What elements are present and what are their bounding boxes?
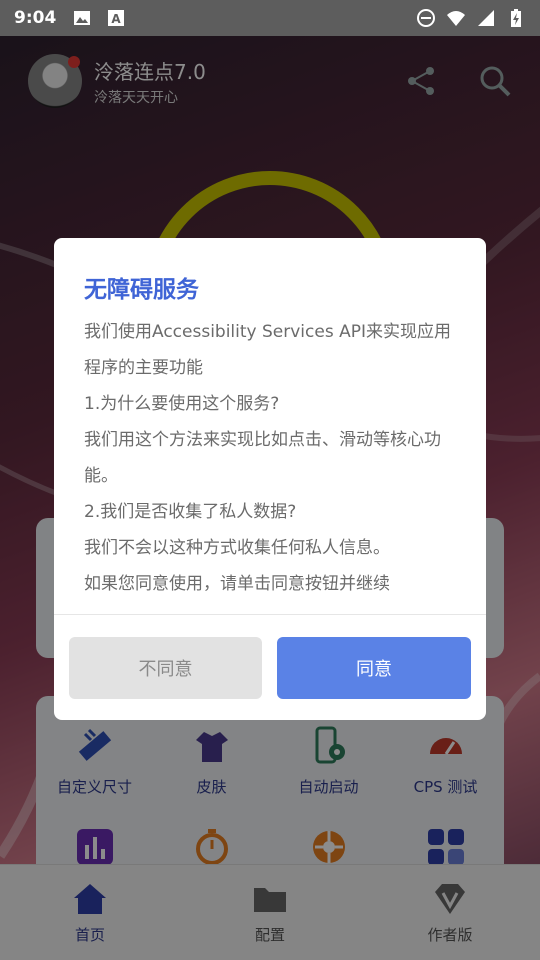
dialog-paragraph: 我们使用Accessibility Services API来实现应用程序的主要… (84, 322, 451, 378)
dialog-paragraph: 2.我们是否收集了私人数据? (84, 502, 297, 522)
agree-button[interactable]: 同意 (277, 637, 471, 699)
svg-text:A: A (112, 12, 122, 26)
signal-icon (478, 10, 494, 26)
dialog-paragraph: 我们用这个方法来实现比如点击、滑动等核心功能。 (84, 430, 441, 486)
battery-charging-icon (511, 9, 521, 27)
dialog-paragraph: 1.为什么要使用这个服务? (84, 394, 280, 414)
status-time: 9:04 (14, 8, 57, 28)
dialog-divider (54, 614, 486, 615)
status-bar: 9:04 A (0, 0, 540, 36)
accessibility-dialog: 无障碍服务 我们使用Accessibility Services API来实现应… (54, 238, 486, 720)
image-icon (74, 11, 91, 25)
dialog-paragraph: 我们不会以这种方式收集任何私人信息。 (84, 538, 390, 558)
dialog-paragraph: 如果您同意使用，请单击同意按钮并继续 (84, 574, 390, 594)
disagree-button[interactable]: 不同意 (69, 637, 262, 699)
dialog-title: 无障碍服务 (84, 277, 199, 303)
font-icon: A (108, 10, 125, 26)
dialog-body: 我们使用Accessibility Services API来实现应用程序的主要… (84, 314, 464, 602)
do-not-disturb-icon (417, 9, 435, 27)
wifi-icon (447, 11, 465, 26)
